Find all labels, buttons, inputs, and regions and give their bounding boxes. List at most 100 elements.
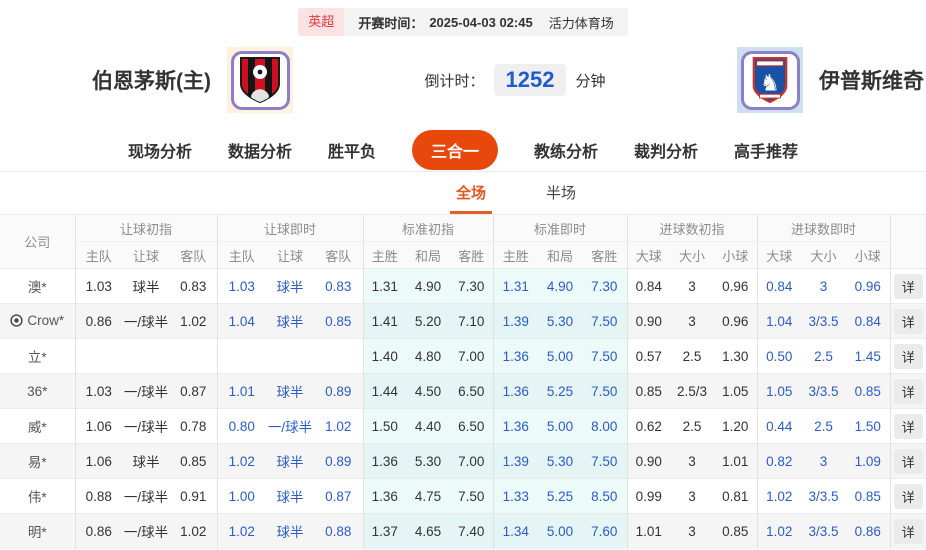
odds-cell: 1.04 — [756, 303, 802, 339]
sub-tab-full-match[interactable]: 全场 — [449, 172, 492, 214]
detail-button[interactable]: 详 — [893, 273, 923, 299]
sub-tab-half-match[interactable]: 半场 — [540, 172, 582, 214]
odds-cell: 1.03 — [216, 268, 266, 304]
detail-cell: 详 — [889, 373, 926, 409]
header-row-subcolumns: 主队 让球 客队 主队 让球 客队 主胜 和局 客胜 主胜 和局 客胜 大球 大小 小球 大球 大小 小球 — [0, 241, 926, 269]
odds-cell: 0.85 — [314, 303, 363, 339]
odds-cell: 3 — [670, 478, 714, 514]
odds-cell: 4.90 — [406, 268, 450, 304]
nav-tab-data-analysis[interactable]: 数据分析 — [228, 138, 292, 162]
odds-cell: 5.30 — [406, 443, 450, 479]
odds-cell: 1.06 — [74, 408, 122, 444]
odds-cell — [314, 338, 363, 374]
odds-cell: 1.06 — [74, 443, 122, 479]
odds-cell: 8.00 — [582, 408, 627, 444]
bournemouth-crest-icon — [240, 57, 280, 104]
odds-cell: 0.99 — [626, 478, 670, 514]
odds-cell: 5.00 — [538, 513, 582, 549]
odds-cell: 1.02 — [170, 303, 217, 339]
odds-cell: 1.36 — [362, 478, 406, 514]
table-row: 明* 0.86 一/球半 1.02 1.02 球半 0.88 1.37 4.65 7.40 1.34… — [0, 513, 926, 549]
odds-cell: 0.85 — [846, 373, 891, 409]
odds-cell: 7.30 — [582, 268, 627, 304]
match-info-strip: 英超 开赛时间： 2025-04-03 02:45 活力体育场 — [298, 8, 628, 36]
subcolumn-header: 和局 — [406, 241, 450, 269]
odds-cell: 7.00 — [450, 443, 493, 479]
odds-cell: 1.33 — [492, 478, 538, 514]
odds-table: 公司 让球初指 让球即时 标准初指 标准即时 进球数初指 进球数即时 主队 让球 客队 主队 让球 客队… — [0, 214, 926, 549]
nav-tab-expert-picks[interactable]: 高手推荐 — [734, 138, 798, 162]
odds-cell: 3 — [801, 268, 847, 304]
odds-cell: 一/球半 — [122, 373, 170, 409]
svg-text:♞: ♞ — [760, 69, 780, 95]
group-header-0: 让球初指 — [74, 214, 217, 242]
odds-cell: 5.25 — [538, 478, 582, 514]
company-name: 立* — [0, 338, 75, 374]
odds-cell: 1.39 — [492, 303, 538, 339]
odds-cell: 5.20 — [406, 303, 450, 339]
soccer-ball-icon — [10, 313, 23, 330]
kickoff-time: 2025-04-03 02:45 — [429, 14, 533, 30]
nav-tab-live-analysis[interactable]: 现场分析 — [128, 138, 192, 162]
odds-cell: 3/3.5 — [801, 513, 847, 549]
odds-cell: 2.5 — [801, 408, 847, 444]
nav-tab-win-draw-loss[interactable]: 胜平负 — [328, 138, 376, 162]
odds-cell: 8.50 — [582, 478, 627, 514]
table-row: 36* 1.03 一/球半 0.87 1.01 球半 0.89 1.44 4.50 6.50 1.3… — [0, 373, 926, 409]
subcolumn-header: 主队 — [74, 241, 122, 269]
countdown-label: 倒计时： — [424, 72, 485, 90]
odds-cell: 一/球半 — [266, 408, 314, 444]
odds-cell: 7.50 — [450, 478, 493, 514]
table-row: 威* 1.06 一/球半 0.78 0.80 一/球半 1.02 1.50 4.40 6.50 1.… — [0, 408, 926, 444]
odds-cell: 0.90 — [626, 443, 670, 479]
detail-button[interactable]: 详 — [893, 483, 923, 509]
subcolumn-header: 大小 — [801, 241, 847, 269]
away-team-name: 伊普斯维奇 — [819, 70, 924, 93]
table-row: 立* 1.40 4.80 7.00 1.36 5.00 7.50 0.57 2.5 1.30 0.5… — [0, 338, 926, 374]
subcolumn-header: 让球 — [122, 241, 170, 269]
detail-button[interactable]: 详 — [893, 343, 923, 369]
company-name: 威* — [0, 408, 75, 444]
odds-cell: 7.40 — [450, 513, 493, 549]
detail-button[interactable]: 详 — [893, 413, 923, 439]
odds-cell: 7.30 — [450, 268, 493, 304]
odds-cell: 4.80 — [406, 338, 450, 374]
sub-tabs: 全场 半场 — [0, 172, 926, 214]
detail-button[interactable]: 详 — [893, 448, 923, 474]
odds-cell: 1.02 — [170, 513, 217, 549]
nav-tab-coach-analysis[interactable]: 教练分析 — [534, 138, 598, 162]
company-name: 明* — [0, 513, 75, 549]
odds-cell: 6.50 — [450, 373, 493, 409]
odds-cell: 0.86 — [846, 513, 891, 549]
detail-column-header — [889, 214, 926, 269]
odds-cell: 5.25 — [538, 373, 582, 409]
nav-tab-three-in-one[interactable]: 三合一 — [411, 129, 498, 170]
detail-cell: 详 — [889, 443, 926, 479]
subcolumn-header: 客队 — [170, 241, 217, 269]
countdown: 倒计时： 1252 分钟 — [293, 64, 737, 96]
detail-cell: 详 — [889, 408, 926, 444]
subcolumn-header: 小球 — [714, 241, 758, 269]
league-badge[interactable]: 英超 — [298, 8, 345, 36]
odds-cell: 一/球半 — [122, 408, 170, 444]
table-row: Crow* 0.86 一/球半 1.02 1.04 球半 0.85 1.41 5.20 7.10 1… — [0, 303, 926, 339]
odds-cell: 1.36 — [492, 373, 538, 409]
odds-cell: 1.05 — [714, 373, 758, 409]
detail-button[interactable]: 详 — [893, 308, 923, 334]
odds-cell: 1.30 — [714, 338, 758, 374]
odds-cell: 1.20 — [714, 408, 758, 444]
odds-cell: 1.37 — [362, 513, 406, 549]
odds-cell: 0.85 — [170, 443, 217, 479]
odds-cell — [122, 338, 170, 374]
odds-cell: 0.85 — [626, 373, 670, 409]
detail-button[interactable]: 详 — [893, 518, 923, 544]
group-header-2: 标准初指 — [362, 214, 493, 242]
odds-cell: 3/3.5 — [801, 478, 847, 514]
odds-cell: 2.5 — [670, 338, 714, 374]
odds-cell: 0.87 — [170, 373, 217, 409]
odds-cell: 0.88 — [74, 478, 122, 514]
detail-button[interactable]: 详 — [893, 378, 923, 404]
odds-cell: 3 — [670, 303, 714, 339]
nav-tab-referee-analysis[interactable]: 裁判分析 — [634, 138, 698, 162]
odds-cell: 7.50 — [582, 338, 627, 374]
